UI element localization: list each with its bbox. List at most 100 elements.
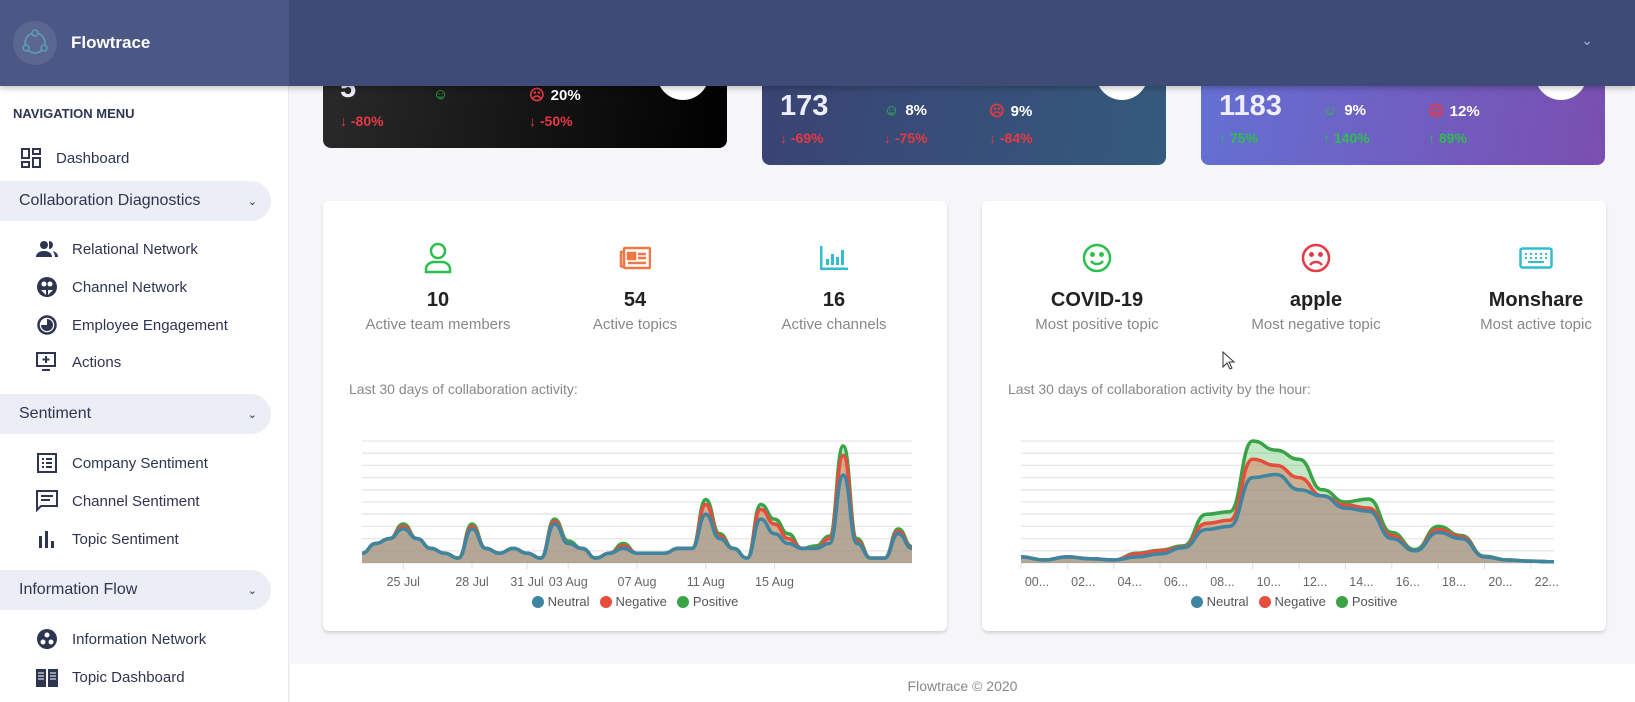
- bar-chart-icon: [734, 241, 934, 275]
- metric-label: Active team members: [365, 316, 511, 333]
- topics-panel: COVID-19 Most positive topic apple Most …: [982, 201, 1606, 631]
- sidebar-item-topic-dashboard[interactable]: Topic Dashboard: [36, 661, 185, 693]
- kpi-negative-change: ↓ -84%: [989, 130, 1033, 146]
- metric-label: Active channels: [781, 316, 887, 333]
- sidebar-group-information-flow[interactable]: Information Flow ⌄: [0, 570, 271, 610]
- hourly-activity-chart[interactable]: 00... 02... 04... 06... 08... 10... 12... 14...…: [982, 421, 1606, 591]
- change-value: -75%: [894, 130, 928, 146]
- sidebar-item-channel-network[interactable]: Channel Network: [36, 271, 187, 303]
- sidebar-item-label: Relational Network: [72, 240, 198, 258]
- kpi-negative-change: ↓ -50%: [529, 113, 573, 129]
- x-tick-label: 10...: [1257, 575, 1281, 589]
- x-tick-label: 08...: [1210, 575, 1234, 589]
- legend-dot: [676, 596, 689, 608]
- sidebar-item-topic-sentiment[interactable]: Topic Sentiment: [36, 523, 179, 555]
- frown-icon: ☹: [989, 103, 1005, 120]
- metric-team-members: 10 Active team members: [338, 241, 538, 333]
- x-tick-label: 04...: [1118, 575, 1142, 589]
- kpi-value-change: ↑ 75%: [1219, 130, 1258, 146]
- legend-label: Neutral: [547, 594, 590, 609]
- x-tick-label: 06...: [1164, 575, 1188, 589]
- daily-activity-chart[interactable]: 25 Jul 28 Jul 31 Jul 03 Aug 07 Aug 11 Aug 15 A…: [323, 421, 947, 591]
- x-tick-label: 03 Aug: [549, 575, 588, 589]
- legend-dot: [599, 596, 612, 608]
- sidebar-item-employee-engagement[interactable]: Employee Engagement: [36, 309, 228, 341]
- legend-item-neutral[interactable]: Neutral: [531, 594, 590, 609]
- kpi-negative-value: 20%: [550, 86, 581, 104]
- top-bar: Flowtrace ⌄: [0, 0, 1635, 86]
- kpi-value: 173: [780, 90, 829, 122]
- x-tick-label: 28 Jul: [455, 575, 488, 589]
- sidebar-item-label: Employee Engagement: [72, 316, 228, 334]
- footer-text: Flowtrace © 2020: [907, 678, 1018, 694]
- kpi-positive-change: ↑ 140%: [1323, 130, 1370, 146]
- sidebar-item-label: Channel Network: [72, 278, 188, 296]
- legend-dot: [1258, 596, 1271, 608]
- sidebar-item-relational-network[interactable]: Relational Network: [36, 233, 198, 265]
- x-tick-label: 22...: [1535, 575, 1559, 589]
- kpi-negative: ☹ 9%: [989, 102, 1032, 121]
- legend-label: Positive: [692, 594, 739, 609]
- kpi-negative-change: ↑ 89%: [1428, 130, 1467, 146]
- metric-label: Active topics: [592, 316, 678, 333]
- legend-dot: [1190, 596, 1203, 608]
- legend-label: Negative: [615, 594, 667, 609]
- legend-item-neutral[interactable]: Neutral: [1190, 594, 1249, 609]
- metric-value: COVID-19: [1050, 289, 1144, 311]
- metric-value: Monshare: [1488, 289, 1584, 311]
- sidebar-item-channel-sentiment[interactable]: Channel Sentiment: [36, 485, 200, 517]
- metric-most-active: Monshare Most active topic: [1436, 241, 1635, 333]
- bar-chart-icon: [36, 528, 58, 550]
- sidebar-item-label: Topic Dashboard: [72, 668, 185, 686]
- change-value: -69%: [790, 130, 824, 146]
- x-tick-label: 00...: [1025, 575, 1049, 589]
- change-value: -80%: [350, 113, 384, 129]
- legend-item-positive[interactable]: Positive: [1335, 594, 1397, 609]
- chevron-down-icon: ⌄: [247, 584, 257, 597]
- frown-icon: ☹: [529, 87, 545, 104]
- brand[interactable]: Flowtrace: [0, 0, 289, 86]
- kpi-value-change: ↓ -69%: [780, 130, 824, 146]
- mouse-cursor-icon: [1222, 351, 1236, 370]
- metric-value: apple: [1289, 289, 1343, 311]
- smile-icon: ☺: [1323, 102, 1339, 119]
- metric-value: 16: [822, 289, 846, 311]
- sidebar-item-information-network[interactable]: Information Network: [36, 623, 206, 655]
- dashboard-icon: [20, 147, 42, 169]
- x-tick-label: 14...: [1349, 575, 1373, 589]
- message-icon: [36, 490, 58, 512]
- legend-item-positive[interactable]: Positive: [676, 594, 739, 609]
- kpi-positive-change: ↓ -75%: [884, 130, 928, 146]
- sidebar-item-dashboard[interactable]: Dashboard: [20, 142, 129, 174]
- kpi-negative: ☹ 12%: [1428, 102, 1480, 121]
- legend-dot: [531, 596, 544, 608]
- x-tick-label: 18...: [1442, 575, 1466, 589]
- group-label: Collaboration Diagnostics: [19, 192, 201, 209]
- sidebar-group-collaboration-diagnostics[interactable]: Collaboration Diagnostics ⌄: [0, 181, 271, 221]
- legend-item-negative[interactable]: Negative: [599, 594, 667, 609]
- legend-label: Negative: [1274, 594, 1326, 609]
- metric-label: Most active topic: [1480, 316, 1592, 333]
- user-menu-chevron-icon[interactable]: ⌄: [1581, 32, 1593, 49]
- metric-topics: 54 Active topics: [535, 241, 735, 333]
- metric-label: Most positive topic: [1035, 316, 1159, 333]
- x-tick-label: 02...: [1071, 575, 1095, 589]
- change-value: 89%: [1438, 130, 1467, 146]
- metric-most-negative: apple Most negative topic: [1216, 241, 1416, 333]
- sidebar-group-sentiment[interactable]: Sentiment ⌄: [0, 394, 271, 434]
- kpi-value-change: ↓ -80%: [340, 113, 384, 129]
- list-icon: [36, 452, 58, 474]
- sidebar-item-company-sentiment[interactable]: Company Sentiment: [36, 447, 208, 479]
- kpi-positive-value: 9%: [1344, 102, 1367, 119]
- sidebar-item-actions[interactable]: Actions: [36, 346, 121, 378]
- change-value: -84%: [999, 130, 1033, 146]
- metric-label: Most negative topic: [1251, 316, 1381, 333]
- group-label: Sentiment: [19, 405, 92, 422]
- legend-item-negative[interactable]: Negative: [1258, 594, 1326, 609]
- metric-value: 10: [426, 289, 450, 311]
- sidebar-item-label: Channel Sentiment: [72, 492, 200, 510]
- sidebar-item-label: Actions: [72, 353, 122, 371]
- metric-channels: 16 Active channels: [734, 241, 934, 333]
- kpi-positive-value: 8%: [905, 102, 928, 119]
- sidebar-item-label: Information Network: [72, 630, 207, 648]
